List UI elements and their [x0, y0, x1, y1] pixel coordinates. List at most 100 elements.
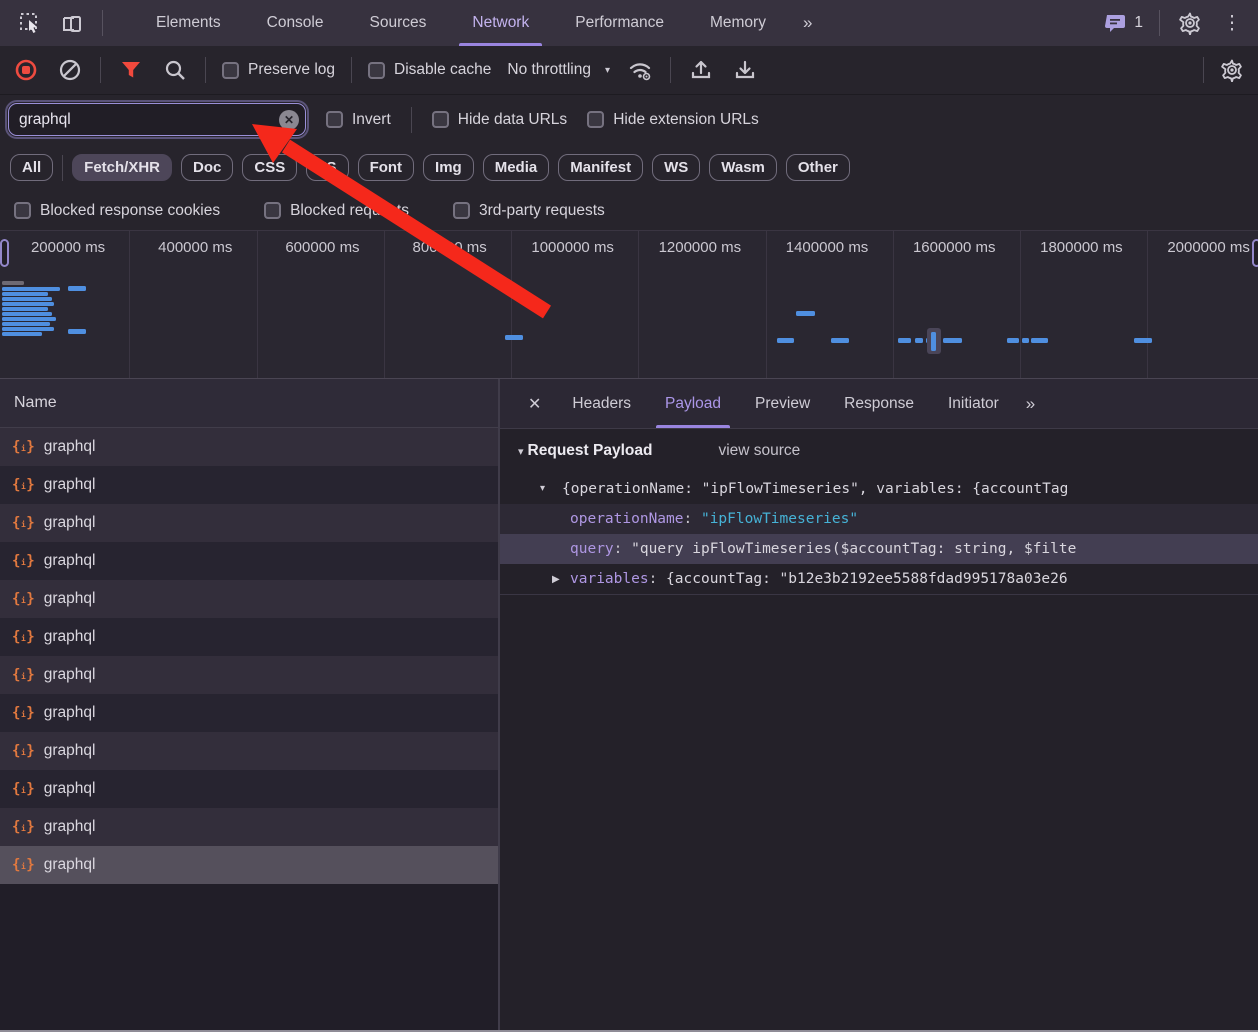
request-row[interactable]: {i}graphql	[0, 732, 498, 770]
checkbox-box	[14, 202, 31, 219]
inspect-icon[interactable]	[16, 9, 44, 37]
detail-tab-initiator[interactable]: Initiator	[931, 379, 1016, 428]
expand-triangle-icon[interactable]: ▶	[552, 574, 560, 585]
payload-root-line[interactable]: ▾ {operationName: "ipFlowTimeseries", va…	[500, 473, 1258, 504]
waterfall-bar	[68, 286, 86, 291]
clear-input-icon[interactable]: ✕	[279, 110, 299, 130]
request-row[interactable]: {i}graphql	[0, 504, 498, 542]
request-row[interactable]: {i}graphql	[0, 808, 498, 846]
menu-dots-icon[interactable]: ⋮	[1218, 9, 1246, 37]
waterfall-bar	[2, 281, 24, 285]
request-row[interactable]: {i}graphql	[0, 656, 498, 694]
waterfall-bar	[1022, 338, 1029, 343]
tab-sources[interactable]: Sources	[347, 0, 450, 46]
detail-tab-payload[interactable]: Payload	[648, 379, 738, 428]
name-column-header[interactable]: Name	[0, 379, 498, 428]
chip-css[interactable]: CSS	[242, 154, 297, 181]
chip-fetch-xhr[interactable]: Fetch/XHR	[72, 154, 172, 181]
chip-js[interactable]: JS	[306, 154, 348, 181]
import-har-icon[interactable]	[687, 56, 715, 84]
chip-media[interactable]: Media	[483, 154, 550, 181]
payload-row-operationname[interactable]: operationName: "ipFlowTimeseries"	[500, 504, 1258, 534]
collapse-triangle-icon[interactable]: ▾	[540, 483, 562, 494]
hide-extension-urls-checkbox[interactable]: Hide extension URLs	[587, 111, 759, 129]
request-row[interactable]: {i}graphql	[0, 770, 498, 808]
network-conditions-icon[interactable]	[626, 56, 654, 84]
divider	[205, 57, 206, 83]
request-name: graphql	[44, 742, 96, 760]
json-braces-icon: {i}	[12, 781, 35, 797]
filter-input[interactable]: graphql ✕	[8, 103, 306, 136]
blocked-response-cookies-checkbox[interactable]: Blocked response cookies	[14, 202, 220, 220]
panel-tabs: ElementsConsoleSourcesNetworkPerformance…	[133, 0, 789, 46]
waterfall-bar	[68, 329, 86, 334]
close-icon[interactable]: ✕	[514, 379, 555, 428]
detail-tab-response[interactable]: Response	[827, 379, 931, 428]
request-list-pane: Name {i}graphql{i}graphql{i}graphql{i}gr…	[0, 379, 500, 1032]
waterfall-bar	[898, 338, 911, 343]
request-name: graphql	[44, 590, 96, 608]
disable-cache-checkbox[interactable]: Disable cache	[368, 61, 491, 79]
request-name: graphql	[44, 438, 96, 456]
divider	[102, 10, 103, 36]
chip-img[interactable]: Img	[423, 154, 474, 181]
collapse-triangle-icon[interactable]: ▾	[518, 445, 524, 458]
request-row[interactable]: {i}graphql	[0, 618, 498, 656]
time-tick: 2000000 ms	[1147, 231, 1258, 261]
waterfall-bar	[2, 287, 60, 291]
detail-tab-preview[interactable]: Preview	[738, 379, 827, 428]
chip-all[interactable]: All	[10, 154, 53, 181]
request-row[interactable]: {i}graphql	[0, 466, 498, 504]
request-row[interactable]: {i}graphql	[0, 846, 498, 884]
tab-network[interactable]: Network	[449, 0, 552, 46]
issues-counter[interactable]: 1	[1105, 13, 1143, 33]
network-overview[interactable]: 200000 ms400000 ms600000 ms800000 ms1000…	[0, 230, 1258, 379]
request-row[interactable]: {i}graphql	[0, 542, 498, 580]
3rd-party-requests-checkbox[interactable]: 3rd-party requests	[453, 202, 605, 220]
clear-icon[interactable]	[56, 56, 84, 84]
chip-doc[interactable]: Doc	[181, 154, 233, 181]
tab-elements[interactable]: Elements	[133, 0, 244, 46]
settings-gear-icon[interactable]	[1176, 9, 1204, 37]
tab-memory[interactable]: Memory	[687, 0, 789, 46]
chip-manifest[interactable]: Manifest	[558, 154, 643, 181]
chip-wasm[interactable]: Wasm	[709, 154, 777, 181]
waterfall-bar	[505, 335, 523, 340]
more-tabs-chevron-icon[interactable]: »	[789, 0, 824, 46]
payload-separator: :	[684, 511, 701, 527]
request-row[interactable]: {i}graphql	[0, 428, 498, 466]
waterfall-bar	[2, 302, 54, 306]
filter-funnel-icon[interactable]	[117, 56, 145, 84]
checkbox-box	[222, 62, 239, 79]
chip-font[interactable]: Font	[358, 154, 414, 181]
request-row[interactable]: {i}graphql	[0, 694, 498, 732]
extra-filters-row: Blocked response cookies Blocked requests…	[0, 191, 1258, 230]
blocked-requests-checkbox[interactable]: Blocked requests	[264, 202, 409, 220]
network-settings-gear-icon[interactable]	[1218, 56, 1246, 84]
record-icon[interactable]	[12, 56, 40, 84]
tab-performance[interactable]: Performance	[552, 0, 687, 46]
payload-row-query[interactable]: query: "query ipFlowTimeseries($accountT…	[500, 534, 1258, 564]
more-tabs-chevron-icon[interactable]: »	[1016, 379, 1043, 428]
throttling-dropdown[interactable]: No throttling ▾	[507, 61, 610, 79]
divider	[1159, 10, 1160, 36]
overview-left-handle[interactable]	[0, 239, 9, 267]
waterfall-bar	[2, 332, 42, 336]
divider	[500, 594, 1258, 595]
search-icon[interactable]	[161, 56, 189, 84]
blocked-response-cookies-label: Blocked response cookies	[40, 202, 220, 220]
export-har-icon[interactable]	[731, 56, 759, 84]
view-source-link[interactable]: view source	[718, 442, 800, 460]
invert-checkbox[interactable]: Invert	[326, 111, 391, 129]
chip-ws[interactable]: WS	[652, 154, 700, 181]
json-braces-icon: {i}	[12, 553, 35, 569]
overview-right-handle[interactable]	[1252, 239, 1258, 267]
payload-row-variables[interactable]: ▶variables: {accountTag: "b12e3b2192ee55…	[500, 564, 1258, 594]
hide-data-urls-checkbox[interactable]: Hide data URLs	[432, 111, 567, 129]
request-row[interactable]: {i}graphql	[0, 580, 498, 618]
detail-tab-headers[interactable]: Headers	[555, 379, 648, 428]
device-toolbar-icon[interactable]	[58, 9, 86, 37]
chip-other[interactable]: Other	[786, 154, 850, 181]
preserve-log-checkbox[interactable]: Preserve log	[222, 61, 335, 79]
tab-console[interactable]: Console	[244, 0, 347, 46]
